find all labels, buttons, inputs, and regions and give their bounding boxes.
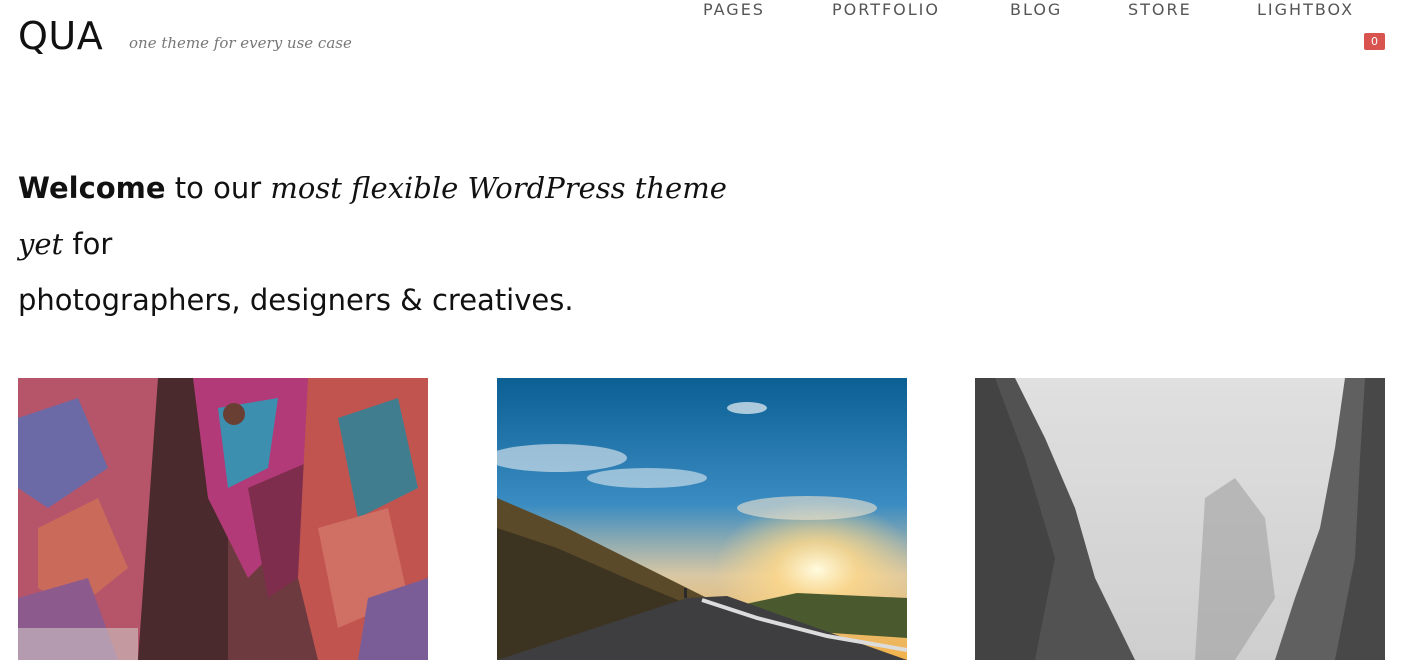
nav-portfolio[interactable]: PORTFOLIO: [832, 0, 940, 20]
site-logo[interactable]: QUA: [18, 14, 103, 58]
site-tagline: one theme for every use case: [129, 34, 352, 52]
nav-store[interactable]: STORE: [1128, 0, 1192, 20]
misty-cliffs-photo: [975, 378, 1385, 660]
nav-pages[interactable]: PAGES: [703, 0, 765, 20]
gallery-item-road-sunset[interactable]: [497, 378, 907, 660]
hero-text-1: to our: [165, 171, 271, 205]
gallery-item-poncho[interactable]: [18, 378, 428, 660]
hero-text-2: for: [63, 227, 113, 261]
hero-intro: Welcome to our most flexible WordPress t…: [18, 160, 778, 328]
nav-lightbox[interactable]: LIGHTBOX: [1257, 0, 1354, 20]
road-sunset-photo: [497, 378, 907, 660]
poncho-photo: [18, 378, 428, 660]
hero-line-2: photographers, designers & creatives.: [18, 283, 574, 317]
gallery-item-misty-cliffs[interactable]: [975, 378, 1385, 660]
hero-bold-text: Welcome: [18, 171, 166, 205]
lightbox-count-badge[interactable]: 0: [1364, 33, 1385, 50]
nav-blog[interactable]: BLOG: [1010, 0, 1062, 20]
site-header: QUA one theme for every use case PAGES P…: [0, 0, 1404, 80]
